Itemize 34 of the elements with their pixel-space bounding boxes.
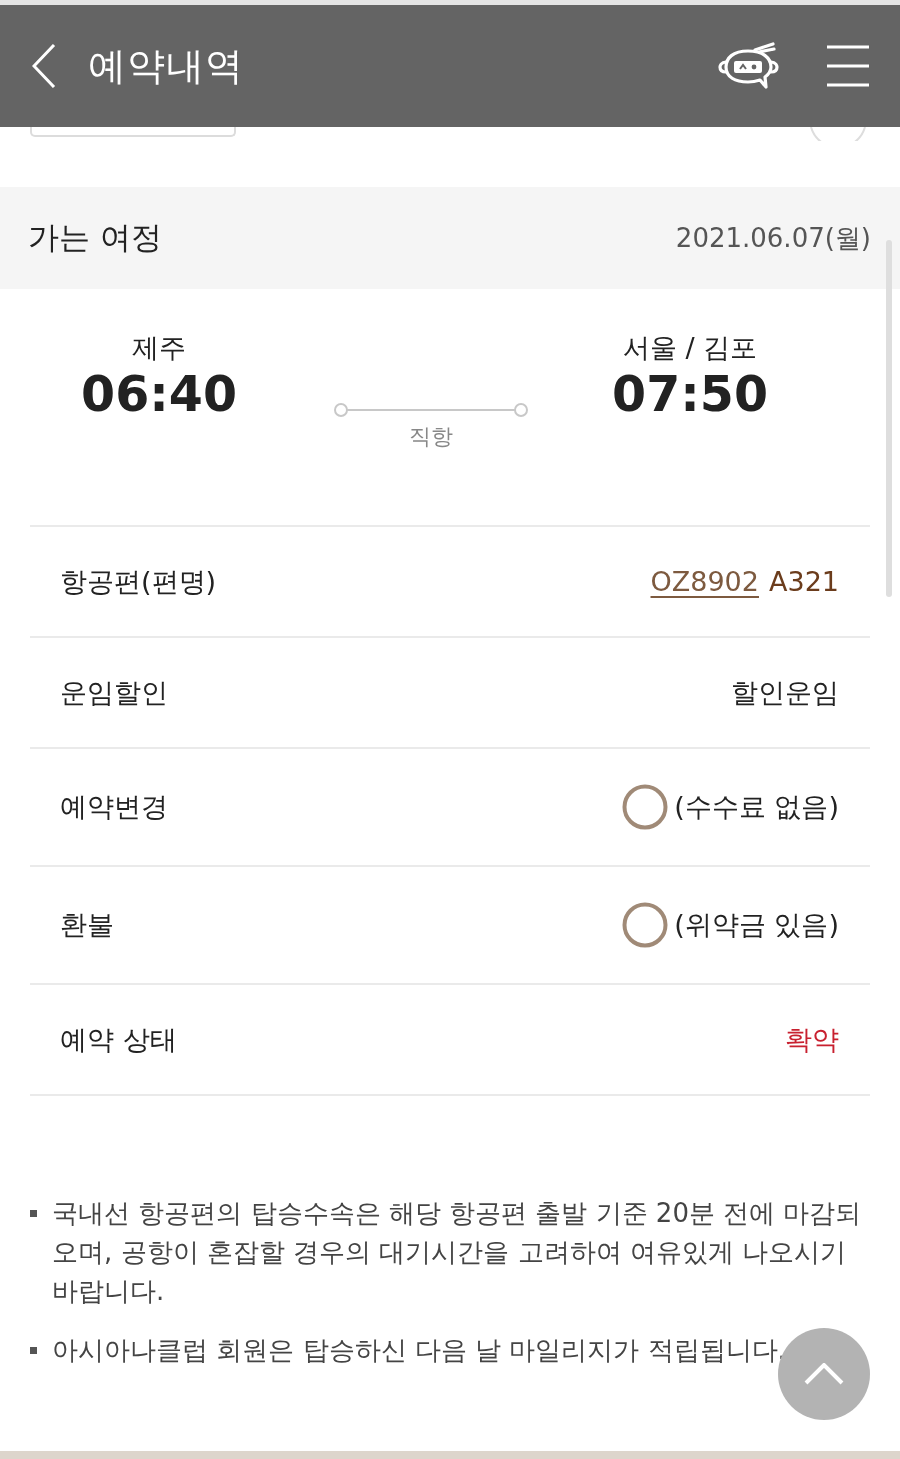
chatbot-button[interactable] [716, 41, 780, 91]
menu-button[interactable] [826, 44, 870, 88]
route-line-icon [334, 402, 529, 418]
journey-date: 2021.06.07(월) [675, 221, 871, 255]
arrival-city: 서울 / 김포 [622, 331, 758, 365]
aircraft-type: A321 [769, 566, 839, 597]
arrival-time: 07:50 [612, 367, 769, 423]
notice-text: 국내선 항공편의 탑승수속은 해당 항공편 출발 기준 20분 전에 마감되오며, 공항이 혼잡할 경우의 대기시간을 고려하여 여유있게 나오시기 바랍니다. [52, 1197, 863, 1308]
section-title: 가는 여정 [28, 218, 162, 257]
chevron-up-icon [804, 1363, 844, 1385]
back-icon [32, 44, 56, 88]
bullet-icon [30, 1347, 37, 1354]
field-label: 예약변경 [60, 790, 168, 824]
ring-icon [622, 902, 669, 948]
page-title: 예약내역 [88, 42, 244, 90]
departure-city: 제주 [132, 331, 187, 365]
field-label: 환불 [60, 908, 114, 942]
field-label: 항공편(편명) [60, 564, 217, 599]
field-value: 할인운임 [731, 675, 839, 710]
circle-edge-icon [809, 127, 867, 141]
bullet-icon [30, 1210, 37, 1217]
departure-time: 06:40 [81, 367, 238, 423]
field-value: (위약금 있음) [674, 908, 839, 942]
field-value: (수수료 없음) [674, 790, 839, 824]
route-type: 직항 [409, 423, 454, 451]
back-button[interactable] [30, 42, 58, 90]
field-label: 운임할인 [60, 675, 168, 710]
ring-icon [622, 784, 669, 830]
menu-icon [827, 45, 869, 87]
robot-chat-icon [717, 42, 779, 90]
status-value: 확약 [785, 1022, 839, 1057]
field-label: 예약 상태 [60, 1022, 177, 1057]
flight-number-link[interactable]: OZ8902 [650, 566, 759, 597]
notice-text: 아시아나클럽 회원은 탑승하신 다음 날 마일리지가 적립됩니다. [52, 1334, 786, 1367]
